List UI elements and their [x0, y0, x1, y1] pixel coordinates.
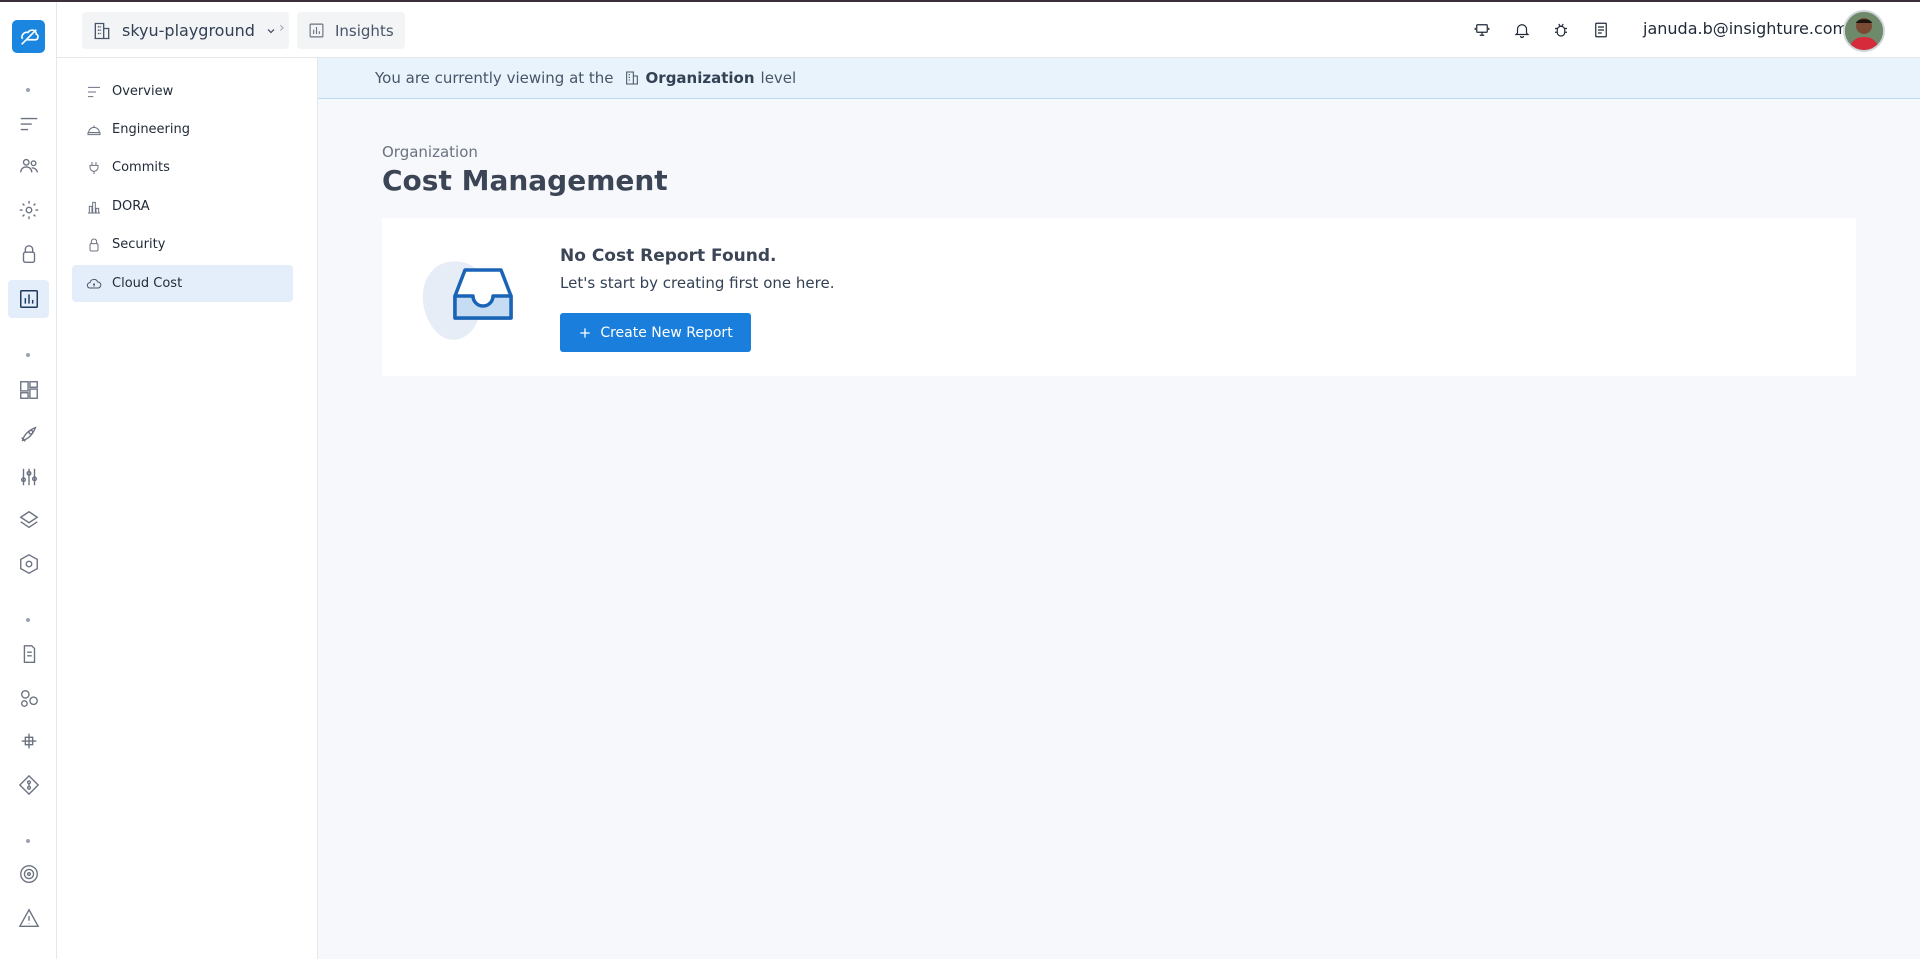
banner-level: Organization — [645, 69, 755, 87]
sidebar-item-label: Engineering — [112, 122, 190, 137]
chevron-right-icon: › — [279, 20, 285, 36]
building-icon — [94, 22, 110, 39]
sidebar-item-label: Commits — [112, 160, 170, 175]
lock-icon — [22, 245, 35, 263]
page-breadcrumb: Organization — [382, 143, 478, 161]
rail-layers-button[interactable] — [8, 501, 49, 539]
rail-settings-button[interactable] — [8, 191, 49, 229]
sidebar-item-label: Cloud Cost — [112, 276, 183, 291]
sidebar-item-label: DORA — [112, 199, 150, 214]
notifications-button[interactable] — [1512, 20, 1532, 40]
git-icon — [18, 774, 39, 796]
org-switcher[interactable]: skyu-playground — [82, 12, 289, 49]
sidebar-item-label: Security — [112, 237, 166, 252]
top-header: skyu-playground › Insights januda.b@insi… — [57, 2, 1920, 58]
banner-prefix: You are currently viewing at the — [375, 69, 614, 87]
breadcrumb-label: Insights — [335, 21, 394, 40]
empty-state-card: No Cost Report Found. Let's start by cre… — [382, 218, 1856, 376]
shapes-icon — [20, 689, 38, 707]
rail-git-button[interactable] — [8, 766, 49, 804]
rail-list-icon-button[interactable] — [8, 105, 49, 143]
sidebar-item-cloud-cost[interactable]: Cloud Cost — [72, 265, 293, 302]
create-new-report-button[interactable]: Create New Report — [560, 313, 751, 352]
empty-state-title: No Cost Report Found. — [560, 246, 777, 266]
users-icon — [19, 158, 38, 173]
rail-docs-button[interactable] — [8, 635, 49, 673]
gear-icon — [19, 200, 38, 220]
avatar[interactable] — [1843, 10, 1885, 52]
sidebar-item-overview[interactable]: Overview — [72, 73, 293, 110]
report-bug-button[interactable] — [1551, 20, 1571, 40]
rail-alerts-button[interactable] — [8, 899, 49, 937]
layers-icon — [19, 510, 38, 529]
monitor-headset-icon — [1474, 24, 1490, 36]
empty-inbox-icon — [422, 261, 513, 340]
rail-dashboard-button[interactable] — [8, 371, 49, 409]
grid-icon — [19, 381, 38, 399]
sidebar-item-commits[interactable]: Commits — [72, 149, 293, 186]
cloud-dollar-icon — [86, 278, 102, 288]
target-icon — [19, 865, 38, 883]
rail-cluster-button[interactable] — [8, 545, 49, 583]
lines-icon — [88, 86, 100, 97]
rail-users-button[interactable] — [8, 147, 49, 185]
bar-chart-icon — [309, 23, 324, 38]
rail-security-button[interactable] — [8, 235, 49, 273]
rail-config-button[interactable] — [8, 458, 49, 496]
org-name: skyu-playground — [122, 21, 255, 40]
rail-separator-dot — [26, 353, 30, 357]
lines-icon — [20, 117, 37, 131]
bar-chart-icon — [19, 290, 38, 308]
rail-target-button[interactable] — [8, 855, 49, 893]
rail-integrations-button[interactable] — [8, 722, 49, 760]
support-icon-button[interactable] — [1472, 20, 1492, 40]
sliders-icon — [20, 468, 37, 486]
rail-separator-dot — [26, 839, 30, 843]
chart-building-icon — [88, 201, 100, 213]
bell-icon — [1514, 24, 1530, 39]
puzzle-icon — [21, 733, 36, 749]
logo-icon — [20, 28, 39, 45]
icon-rail — [0, 2, 57, 959]
bug-icon — [1555, 23, 1567, 37]
banner-suffix: level — [760, 69, 797, 87]
main-content: You are currently viewing at the Organiz… — [318, 58, 1920, 959]
empty-state-subtitle: Let's start by creating first one here. — [560, 274, 835, 292]
plug-icon — [89, 161, 99, 174]
rail-separator-dot — [26, 618, 30, 622]
insights-sidebar: Overview Engineering Commits DORA Securi… — [57, 58, 318, 959]
breadcrumb-insights[interactable]: Insights — [297, 12, 405, 49]
docs-button[interactable] — [1591, 20, 1611, 40]
app-logo[interactable] — [12, 20, 45, 53]
avatar-image — [1845, 12, 1883, 50]
sidebar-item-dora[interactable]: DORA — [72, 188, 293, 225]
sidebar-item-label: Overview — [112, 84, 174, 99]
plus-icon — [580, 327, 590, 338]
helm-icon — [19, 554, 38, 574]
context-banner: You are currently viewing at the Organiz… — [318, 58, 1920, 99]
warning-icon — [18, 908, 39, 927]
rail-separator-dot — [26, 88, 30, 92]
document-icon — [23, 645, 35, 663]
rocket-icon — [20, 426, 37, 442]
create-new-report-label: Create New Report — [600, 324, 733, 341]
page-title: Cost Management — [382, 164, 668, 197]
rail-apps-button[interactable] — [8, 679, 49, 717]
building-icon — [625, 71, 638, 85]
rail-deploy-button[interactable] — [8, 415, 49, 453]
helmet-icon — [87, 124, 101, 135]
notes-icon — [1595, 22, 1607, 38]
sidebar-item-security[interactable]: Security — [72, 226, 293, 263]
user-email[interactable]: januda.b@insighture.com — [1643, 19, 1848, 38]
rail-insights-button[interactable] — [8, 280, 49, 318]
sidebar-item-engineering[interactable]: Engineering — [72, 111, 293, 148]
chevron-down-icon — [267, 28, 275, 33]
lock-icon — [89, 238, 99, 251]
